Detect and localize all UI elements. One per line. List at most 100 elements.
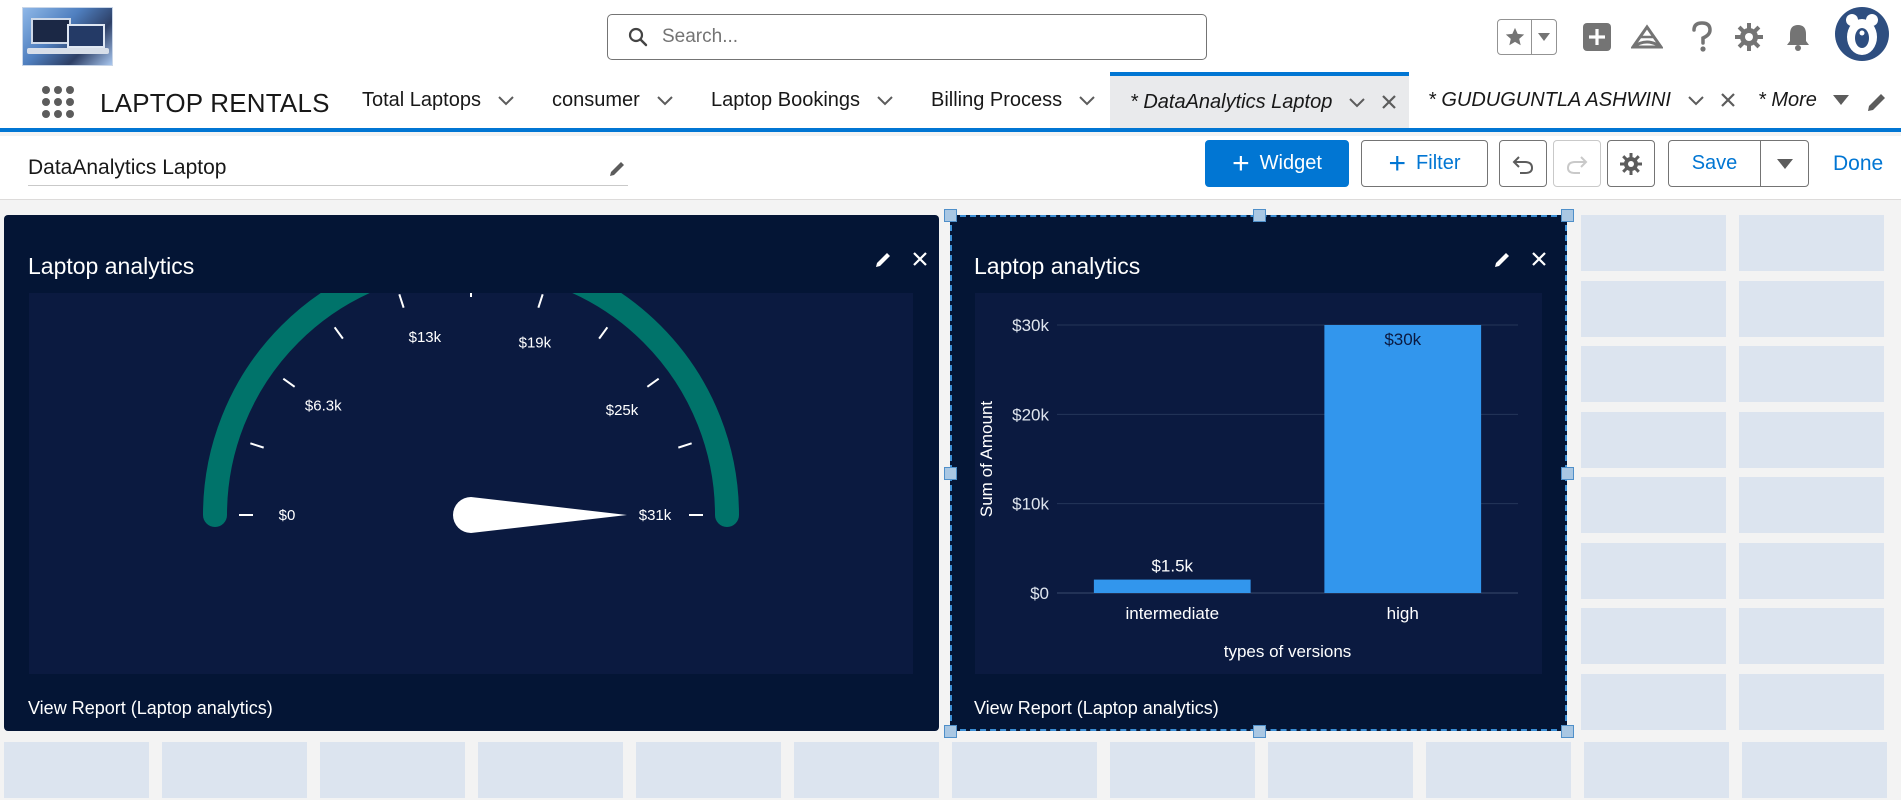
pencil-icon[interactable] [1492,248,1514,270]
grid-cell [1110,742,1255,798]
close-tab-icon[interactable] [1719,91,1737,109]
grid-cell [1581,477,1726,533]
gauge-tick-label: $19k [519,334,552,351]
dashboard-title-field[interactable]: DataAnalytics Laptop [28,150,628,186]
app-nav-bar: LAPTOP RENTALS Total Laptops consumer La… [0,72,1901,132]
resize-handle[interactable] [944,725,957,738]
save-options-button[interactable] [1760,140,1809,187]
edit-nav-pencil-icon[interactable] [1865,90,1889,114]
bar[interactable] [1324,325,1482,593]
favorites-menu-icon[interactable] [1532,20,1556,54]
chevron-down-icon[interactable] [1348,93,1366,111]
view-report-link[interactable]: View Report (Laptop analytics) [28,698,273,719]
redo-button[interactable] [1553,140,1601,187]
x-tick-label: high [1387,604,1419,623]
resize-handle[interactable] [1252,725,1266,738]
gauge-tick-label: $25k [606,402,639,419]
plus-icon: + [1388,146,1407,180]
more-caret-icon[interactable] [1832,94,1849,106]
y-axis-label: Sum of Amount [977,401,996,518]
gauge-widget[interactable]: Laptop analytics $0 $6.3k $13k $19k $25k $31k… [4,215,939,731]
gauge-chart-area: $0 $6.3k $13k $19k $25k $31k [29,247,913,674]
gauge-tick [598,326,609,340]
search-input[interactable] [662,26,1182,48]
grid-cell [4,742,149,798]
tab-dataanalytics-laptop[interactable]: * DataAnalytics Laptop [1110,72,1409,128]
grid-cell [1739,215,1884,271]
grid-cell [1268,742,1413,798]
grid-cell [162,742,307,798]
save-button[interactable]: Save [1668,140,1761,187]
bar-chart-widget[interactable]: Laptop analytics $0 $10k $20k $30k Sum of Am… [950,215,1567,731]
done-button[interactable]: Done [1833,152,1883,176]
grid-cell [1581,215,1726,271]
gauge-tick-label: $6.3k [305,397,342,414]
app-launcher-icon[interactable] [40,84,76,120]
chevron-down-icon[interactable] [497,91,515,109]
view-report-link[interactable]: View Report (Laptop analytics) [974,698,1219,719]
resize-handle[interactable] [1561,209,1574,222]
resize-handle[interactable] [944,209,957,222]
gauge-tick [250,442,264,449]
notifications-bell-icon[interactable] [1779,18,1817,56]
close-icon[interactable] [909,248,931,270]
undo-icon [1512,155,1534,174]
global-actions-plus-icon[interactable] [1578,18,1616,56]
org-logo[interactable] [22,7,113,66]
trailhead-icon[interactable] [1628,18,1666,56]
gauge-needle [453,497,627,533]
resize-handle[interactable] [1252,209,1266,222]
grid-cell [636,742,781,798]
favorites-star-icon[interactable] [1498,20,1532,54]
add-widget-button[interactable]: + Widget [1205,140,1349,187]
bar-data-label: $30k [1384,330,1421,349]
favorites-group [1497,19,1557,55]
bar[interactable] [1093,579,1251,593]
chevron-down-icon[interactable] [1078,91,1096,109]
resize-handle[interactable] [944,467,957,480]
tab-label: * GUDUGUNTLA ASHWINI [1428,88,1671,111]
tab-consumer[interactable]: consumer [552,72,674,128]
gauge-chart[interactable]: $0 $6.3k $13k $19k $25k $31k [29,247,913,674]
grid-cell [1581,542,1726,599]
bar-data-label: $1.5k [1151,557,1193,576]
bar-chart-area: $0 $10k $20k $30k Sum of Amount $1.5k intermed… [975,293,1542,674]
chevron-down-icon[interactable] [876,91,894,109]
x-tick-label: intermediate [1125,604,1219,623]
add-filter-button[interactable]: + Filter [1361,140,1488,187]
global-search[interactable] [607,14,1207,60]
tab-total-laptops[interactable]: Total Laptops [362,72,515,128]
grid-cell [1739,673,1884,730]
gauge-tick [678,442,692,449]
tab-more[interactable]: * More [1758,72,1849,128]
tab-label: * DataAnalytics Laptop [1130,90,1333,113]
grid-cell [1739,280,1884,337]
grid-cell [952,742,1097,798]
grid-cell [1584,742,1729,798]
gauge-tick [333,326,344,340]
search-icon [628,27,648,47]
tab-guduguntla-ashwini[interactable]: * GUDUGUNTLA ASHWINI [1428,72,1737,128]
chevron-down-icon[interactable] [1687,91,1705,109]
help-icon[interactable] [1683,18,1721,56]
tab-billing-process[interactable]: Billing Process [931,72,1096,128]
properties-button[interactable] [1607,140,1655,187]
close-icon[interactable] [1528,248,1550,270]
resize-handle[interactable] [1561,725,1574,738]
gauge-tick [646,377,660,388]
bar-chart[interactable]: $0 $10k $20k $30k Sum of Amount $1.5k intermed… [975,293,1542,674]
resize-handle[interactable] [1561,467,1574,480]
setup-gear-icon[interactable] [1730,18,1768,56]
grid-cell [794,742,939,798]
close-tab-icon[interactable] [1380,93,1398,111]
gauge-tick [398,294,405,308]
undo-button[interactable] [1499,140,1547,187]
avatar-icon[interactable] [1835,7,1889,61]
y-tick-label: $10k [1012,495,1049,514]
pencil-icon[interactable] [608,158,628,178]
chevron-down-icon[interactable] [656,91,674,109]
tab-laptop-bookings[interactable]: Laptop Bookings [711,72,894,128]
tab-label: Laptop Bookings [711,88,861,111]
grid-cell [1739,411,1884,468]
pencil-icon[interactable] [873,248,895,270]
